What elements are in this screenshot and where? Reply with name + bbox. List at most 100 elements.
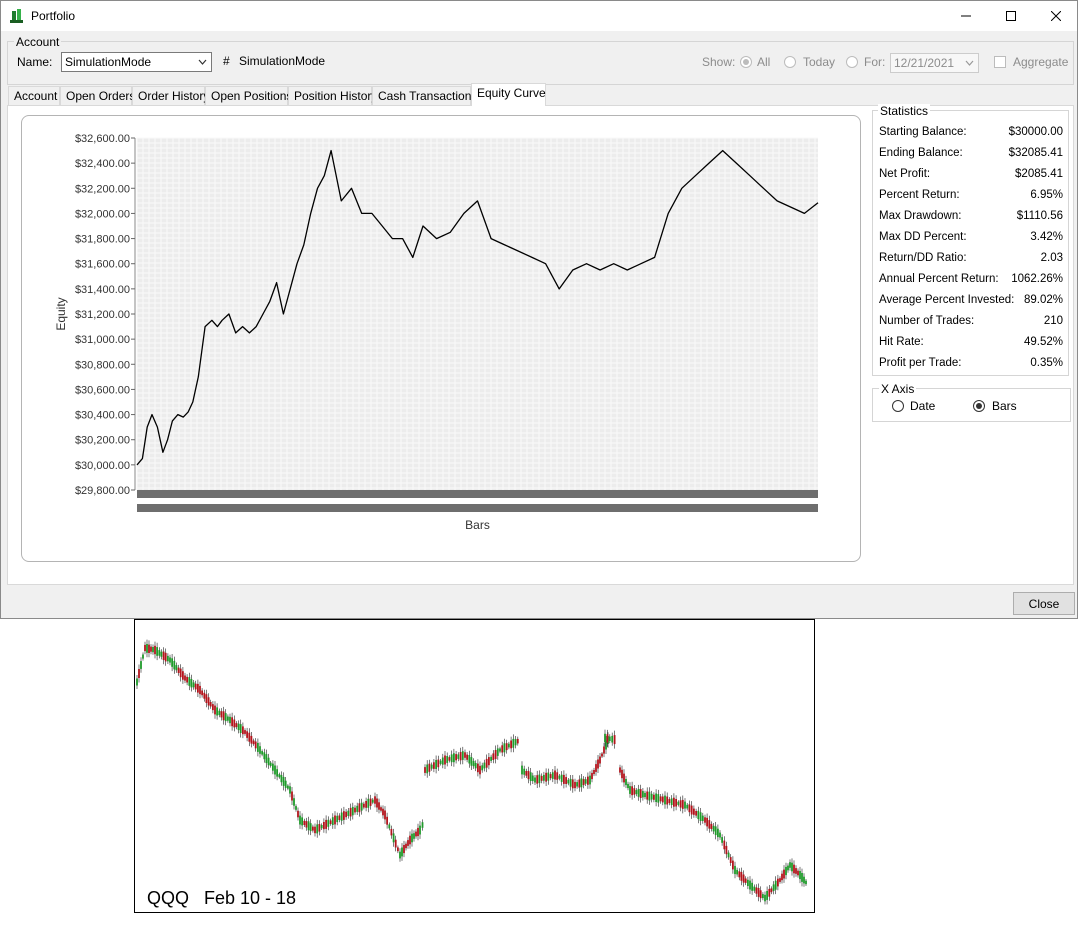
- candle-body: [367, 798, 370, 808]
- candle-body: [753, 886, 756, 891]
- tab-order-history[interactable]: Order History: [132, 86, 209, 105]
- tab-cash-transactions[interactable]: Cash Transactions: [372, 86, 477, 105]
- show-today-label: Today: [803, 55, 836, 69]
- candle-body: [781, 873, 783, 881]
- candle-body: [392, 833, 395, 843]
- chevron-down-icon: [198, 59, 207, 65]
- candle-body: [599, 756, 601, 764]
- candle-body: [207, 697, 210, 706]
- candle-body: [789, 862, 791, 868]
- stat-label: Percent Return:: [879, 189, 960, 201]
- candle-body: [192, 682, 195, 688]
- candle-body: [732, 860, 734, 870]
- candle-body: [764, 894, 766, 902]
- candle-body: [439, 760, 442, 764]
- tab-open-positions[interactable]: Open Positions: [205, 86, 292, 105]
- aggregate-checkbox[interactable]: [994, 56, 1006, 68]
- candle-body: [734, 865, 736, 875]
- x-axis-bars-label: Bars: [992, 399, 1017, 413]
- candle-body: [729, 857, 732, 863]
- candle-body: [405, 843, 407, 849]
- candle-body: [235, 723, 238, 728]
- candle-body: [536, 775, 539, 784]
- show-today-radio[interactable]: [784, 56, 796, 68]
- candle-body: [565, 777, 567, 784]
- candle-body: [531, 775, 534, 782]
- candle-body: [144, 644, 146, 652]
- close-window-button[interactable]: [1033, 1, 1079, 31]
- candle-body: [697, 810, 700, 820]
- candle-body: [712, 825, 715, 832]
- candle-body: [759, 890, 762, 899]
- candle-body: [627, 783, 629, 789]
- candle-body: [345, 811, 347, 818]
- stat-label: Annual Percent Return:: [879, 273, 999, 285]
- candle-body: [242, 726, 244, 735]
- candle-body: [295, 806, 297, 810]
- candle-body: [721, 837, 723, 843]
- candle-body: [340, 812, 343, 821]
- stat-label: Return/DD Ratio:: [879, 252, 967, 264]
- candle-body: [485, 758, 488, 768]
- candle-body: [354, 807, 356, 813]
- candle-body: [496, 748, 499, 756]
- candle-body: [661, 796, 664, 803]
- x-axis-bars-radio[interactable]: [973, 400, 985, 412]
- date-value: 12/21/2021: [894, 56, 955, 70]
- candle-body: [257, 742, 259, 752]
- stat-value: $2085.41: [1015, 168, 1063, 180]
- candle-body: [717, 828, 719, 838]
- candle-body: [797, 870, 799, 876]
- account-name-select[interactable]: SimulationMode: [61, 52, 212, 72]
- candle-body: [690, 805, 693, 815]
- stat-value: 6.95%: [1030, 189, 1063, 201]
- candle-body: [222, 711, 225, 721]
- y-tick-label: $31,600.00: [75, 259, 130, 271]
- stat-row: Hit Rate: 49.52%: [879, 336, 1063, 354]
- candle-body: [751, 882, 753, 891]
- candle-body: [470, 757, 473, 766]
- date-picker[interactable]: 12/21/2021: [890, 53, 979, 73]
- candle-body: [179, 668, 182, 678]
- show-all-radio[interactable]: [740, 56, 752, 68]
- candle-body: [351, 806, 354, 816]
- candle-body: [738, 871, 741, 878]
- candle-body: [453, 753, 455, 763]
- x-axis-date-radio[interactable]: [892, 400, 904, 412]
- candle-body: [523, 768, 526, 775]
- candle-body: [287, 785, 289, 789]
- hash-label: #: [223, 54, 230, 68]
- candle-body: [701, 815, 704, 821]
- candle-body: [623, 773, 625, 783]
- y-tick-label: $31,200.00: [75, 309, 130, 321]
- candle-body: [723, 840, 726, 850]
- candle-body: [710, 823, 713, 829]
- candle-body: [503, 743, 506, 753]
- candle-body: [736, 869, 738, 875]
- candle-body: [390, 828, 393, 836]
- candle-body: [611, 735, 614, 743]
- title-bar[interactable]: Portfolio: [1, 1, 1077, 31]
- candle-body: [363, 803, 365, 808]
- candle-body: [297, 810, 299, 818]
- minimize-button[interactable]: [943, 1, 989, 31]
- name-label: Name:: [17, 55, 53, 69]
- tab-position-history[interactable]: Position History: [288, 86, 377, 105]
- tab-account[interactable]: Account: [8, 86, 60, 105]
- close-button[interactable]: Close: [1013, 592, 1075, 615]
- maximize-button[interactable]: [988, 1, 1034, 31]
- candle-body: [595, 764, 597, 772]
- candle-body: [388, 824, 391, 829]
- tab-open-orders[interactable]: Open Orders: [60, 86, 135, 105]
- tab-equity-curve[interactable]: Equity Curve: [471, 83, 546, 106]
- show-for-radio[interactable]: [846, 56, 858, 68]
- candle-body: [695, 811, 697, 816]
- candle-body: [567, 779, 570, 784]
- candle-body: [571, 779, 574, 789]
- candle-body: [803, 876, 805, 884]
- candle-body: [593, 770, 595, 775]
- candle-body: [657, 794, 660, 803]
- stat-label: Average Percent Invested:: [879, 294, 1015, 306]
- candle-body: [150, 646, 152, 652]
- candle-body: [188, 677, 191, 686]
